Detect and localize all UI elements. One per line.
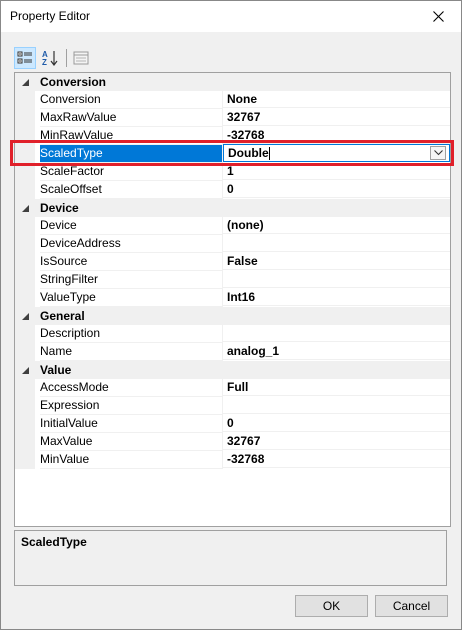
property-name: MinValue bbox=[40, 451, 223, 469]
property-row[interactable]: ScaleFactor 1 bbox=[15, 163, 450, 181]
property-row[interactable]: InitialValue 0 bbox=[15, 415, 450, 433]
property-name: MaxValue bbox=[40, 433, 223, 451]
property-value[interactable]: -32768 bbox=[223, 451, 450, 468]
categorized-button[interactable] bbox=[14, 47, 36, 69]
property-value[interactable]: (none) bbox=[223, 217, 450, 234]
property-name: DeviceAddress bbox=[40, 235, 223, 253]
cancel-button[interactable]: Cancel bbox=[375, 595, 448, 617]
category-label: Value bbox=[40, 363, 72, 377]
property-row[interactable]: ScaleOffset 0 bbox=[15, 181, 450, 199]
property-pages-icon bbox=[73, 51, 89, 65]
property-grid: Conversion Conversion None MaxRawValue 3… bbox=[14, 72, 451, 527]
property-name: MinRawValue bbox=[40, 127, 223, 145]
property-row[interactable]: AccessMode Full bbox=[15, 379, 450, 397]
category-value[interactable]: Value bbox=[15, 361, 450, 379]
alphabetical-button[interactable]: A Z bbox=[39, 47, 61, 69]
ok-button[interactable]: OK bbox=[295, 595, 368, 617]
category-label: Device bbox=[40, 201, 79, 215]
dropdown-button[interactable] bbox=[430, 146, 446, 160]
property-value[interactable]: Int16 bbox=[223, 289, 450, 306]
property-name: Expression bbox=[40, 397, 223, 415]
property-name: Description bbox=[40, 325, 223, 343]
toolbar-separator bbox=[66, 49, 67, 67]
property-name: ScaledType bbox=[40, 145, 223, 163]
svg-text:Z: Z bbox=[42, 58, 47, 67]
property-row[interactable]: Name analog_1 bbox=[15, 343, 450, 361]
category-conversion[interactable]: Conversion bbox=[15, 73, 450, 91]
property-name: Conversion bbox=[40, 91, 223, 109]
property-value[interactable]: None bbox=[223, 91, 450, 108]
property-value[interactable] bbox=[223, 397, 450, 414]
collapse-icon[interactable] bbox=[20, 77, 30, 87]
property-value[interactable] bbox=[223, 325, 450, 342]
scaled-type-dropdown[interactable]: Double bbox=[223, 144, 450, 162]
property-row[interactable]: MinValue -32768 bbox=[15, 451, 450, 469]
property-value[interactable]: 0 bbox=[223, 181, 450, 198]
property-value[interactable]: 1 bbox=[223, 163, 450, 180]
toolbar: A Z bbox=[14, 47, 454, 69]
property-row[interactable]: MinRawValue -32768 bbox=[15, 127, 450, 145]
property-value[interactable]: 0 bbox=[223, 415, 450, 432]
property-row[interactable]: IsSource False bbox=[15, 253, 450, 271]
property-value[interactable]: False bbox=[223, 253, 450, 270]
property-name: InitialValue bbox=[40, 415, 223, 433]
sort-az-icon: A Z bbox=[42, 50, 58, 67]
property-row[interactable]: Expression bbox=[15, 397, 450, 415]
collapse-icon[interactable] bbox=[20, 365, 30, 375]
collapse-icon[interactable] bbox=[20, 311, 30, 321]
description-title: ScaledType bbox=[21, 535, 87, 549]
property-row[interactable]: Device (none) bbox=[15, 217, 450, 235]
property-name: ScaleOffset bbox=[40, 181, 223, 199]
property-row[interactable]: ValueType Int16 bbox=[15, 289, 450, 307]
close-button[interactable] bbox=[415, 1, 461, 32]
close-icon bbox=[432, 11, 444, 22]
title-bar: Property Editor bbox=[1, 1, 461, 32]
property-row[interactable]: DeviceAddress bbox=[15, 235, 450, 253]
property-value[interactable]: analog_1 bbox=[223, 343, 450, 360]
property-name: Device bbox=[40, 217, 223, 235]
description-panel: ScaledType bbox=[14, 530, 447, 586]
property-name: IsSource bbox=[40, 253, 223, 271]
property-name: StringFilter bbox=[40, 271, 223, 289]
property-name: AccessMode bbox=[40, 379, 223, 397]
property-row[interactable]: Description bbox=[15, 325, 450, 343]
text-caret bbox=[268, 147, 270, 161]
property-row-selected[interactable]: ScaledType Double bbox=[15, 144, 450, 163]
category-general[interactable]: General bbox=[15, 307, 450, 325]
collapse-icon[interactable] bbox=[20, 203, 30, 213]
property-value[interactable] bbox=[223, 271, 450, 288]
property-name: ValueType bbox=[40, 289, 223, 307]
categorized-icon bbox=[17, 51, 32, 64]
property-value: Double bbox=[228, 146, 269, 160]
property-editor-window: Property Editor A Z Conversion Conversio… bbox=[0, 0, 462, 630]
category-label: General bbox=[40, 309, 85, 323]
property-value[interactable]: 32767 bbox=[223, 433, 450, 450]
property-value[interactable]: -32768 bbox=[223, 127, 450, 144]
chevron-down-icon bbox=[433, 150, 443, 156]
property-value[interactable]: 32767 bbox=[223, 109, 450, 126]
category-label: Conversion bbox=[40, 75, 107, 89]
property-row[interactable]: StringFilter bbox=[15, 271, 450, 289]
property-row[interactable]: Conversion None bbox=[15, 91, 450, 109]
property-value[interactable] bbox=[223, 235, 450, 252]
property-name: Name bbox=[40, 343, 223, 361]
window-title: Property Editor bbox=[10, 9, 91, 23]
property-name: MaxRawValue bbox=[40, 109, 223, 127]
category-device[interactable]: Device bbox=[15, 199, 450, 217]
property-name: ScaleFactor bbox=[40, 163, 223, 181]
property-value[interactable]: Full bbox=[223, 379, 450, 396]
property-pages-button[interactable] bbox=[70, 47, 92, 69]
property-row[interactable]: MaxValue 32767 bbox=[15, 433, 450, 451]
property-row[interactable]: MaxRawValue 32767 bbox=[15, 109, 450, 127]
